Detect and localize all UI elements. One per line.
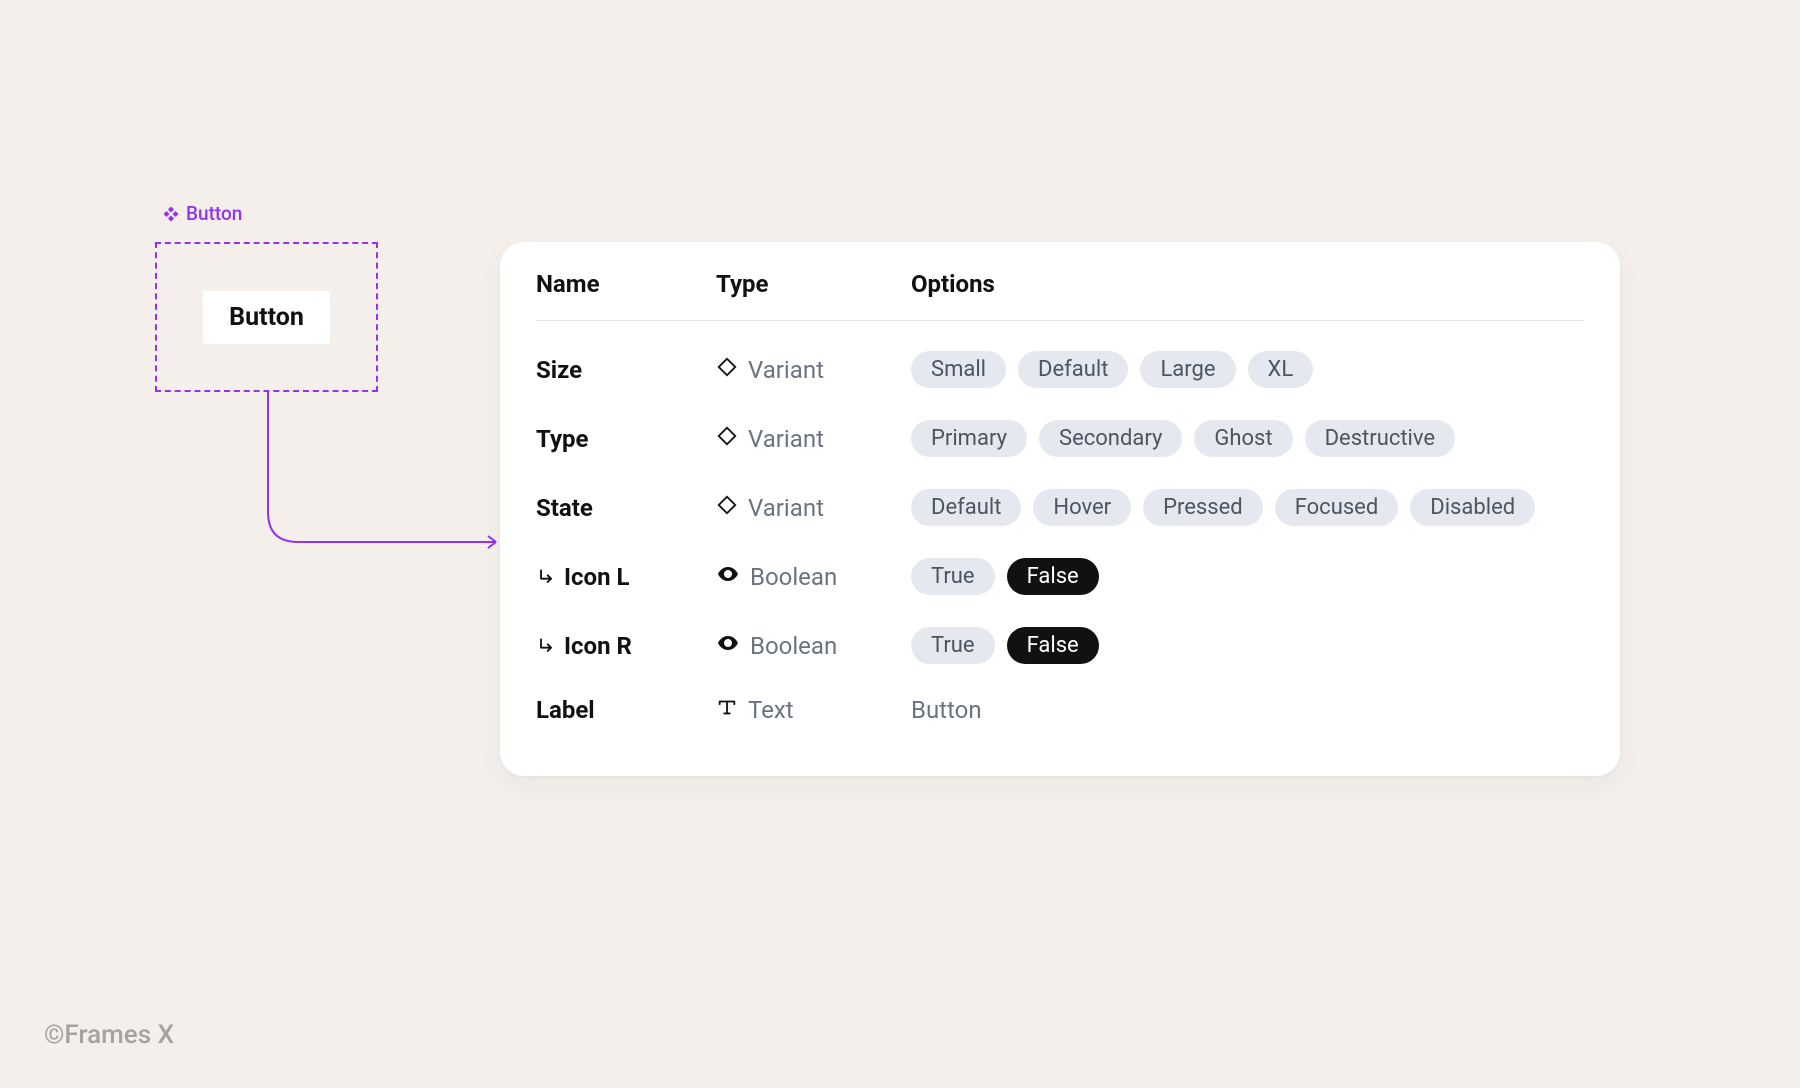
option-size-small[interactable]: Small — [911, 351, 1006, 388]
prop-type-type-label: Variant — [748, 425, 824, 453]
row-icon-l: Icon L Boolean True False — [536, 542, 1584, 611]
boolean-icon — [716, 631, 740, 661]
option-state-hover[interactable]: Hover — [1033, 489, 1131, 526]
row-size: Size Variant Small Default Large XL — [536, 335, 1584, 404]
footer-credit: ©Frames X — [44, 1020, 174, 1050]
option-state-disabled[interactable]: Disabled — [1410, 489, 1535, 526]
option-icon-l-false[interactable]: False — [1007, 558, 1099, 595]
options-state: Default Hover Pressed Focused Disabled — [911, 489, 1584, 526]
option-type-ghost[interactable]: Ghost — [1194, 420, 1292, 457]
option-icon-r-true[interactable]: True — [911, 627, 995, 664]
prop-name-icon-r-text: Icon R — [564, 632, 632, 660]
row-icon-r: Icon R Boolean True False — [536, 611, 1584, 680]
prop-type-type: Variant — [716, 425, 911, 453]
prop-name-icon-r: Icon R — [536, 632, 716, 660]
option-type-destructive[interactable]: Destructive — [1305, 420, 1455, 457]
prop-type-label: Text — [716, 696, 911, 724]
sub-arrow-icon — [536, 636, 556, 656]
row-label: Label Text Button — [536, 680, 1584, 740]
boolean-icon — [716, 562, 740, 592]
prop-type-size-label: Variant — [748, 356, 824, 384]
prop-type-label-label: Text — [748, 696, 794, 724]
options-size: Small Default Large XL — [911, 351, 1584, 388]
prop-name-icon-l: Icon L — [536, 563, 716, 591]
option-size-large[interactable]: Large — [1140, 351, 1235, 388]
prop-type-icon-l-label: Boolean — [750, 563, 837, 591]
options-icon-l: True False — [911, 558, 1584, 595]
variant-icon — [716, 356, 738, 384]
prop-type-icon-r-label: Boolean — [750, 632, 837, 660]
options-type: Primary Secondary Ghost Destructive — [911, 420, 1584, 457]
option-type-secondary[interactable]: Secondary — [1039, 420, 1182, 457]
sub-arrow-icon — [536, 567, 556, 587]
component-label: Button — [162, 202, 242, 225]
prop-type-state: Variant — [716, 494, 911, 522]
option-state-pressed[interactable]: Pressed — [1143, 489, 1263, 526]
prop-type-size: Variant — [716, 356, 911, 384]
prop-name-label: Label — [536, 696, 716, 724]
button-preview-label: Button — [229, 303, 304, 332]
row-type: Type Variant Primary Secondary Ghost Des… — [536, 404, 1584, 473]
header-name: Name — [536, 270, 716, 298]
option-state-focused[interactable]: Focused — [1275, 489, 1399, 526]
variant-icon — [716, 425, 738, 453]
option-icon-r-false[interactable]: False — [1007, 627, 1099, 664]
component-label-text: Button — [186, 202, 242, 225]
panel-header: Name Type Options — [536, 270, 1584, 321]
option-state-default[interactable]: Default — [911, 489, 1021, 526]
component-frame[interactable]: Button — [155, 242, 378, 392]
options-label: Button — [911, 696, 1584, 724]
prop-name-icon-l-text: Icon L — [564, 563, 629, 591]
variant-icon — [716, 494, 738, 522]
prop-type-icon-l: Boolean — [716, 562, 911, 592]
prop-type-icon-r: Boolean — [716, 631, 911, 661]
options-icon-r: True False — [911, 627, 1584, 664]
option-icon-l-true[interactable]: True — [911, 558, 995, 595]
prop-name-type: Type — [536, 425, 716, 453]
component-icon — [162, 205, 180, 223]
button-preview[interactable]: Button — [203, 291, 330, 344]
prop-name-state: State — [536, 494, 716, 522]
option-type-primary[interactable]: Primary — [911, 420, 1027, 457]
row-state: State Variant Default Hover Pressed Focu… — [536, 473, 1584, 542]
prop-type-state-label: Variant — [748, 494, 824, 522]
option-size-default[interactable]: Default — [1018, 351, 1128, 388]
text-icon — [716, 696, 738, 724]
prop-name-size: Size — [536, 356, 716, 384]
header-type: Type — [716, 270, 911, 298]
properties-panel: Name Type Options Size Variant Small Def… — [500, 242, 1620, 776]
connector-arrow — [264, 392, 509, 552]
header-options: Options — [911, 270, 1584, 298]
label-value[interactable]: Button — [911, 696, 982, 724]
option-size-xl[interactable]: XL — [1248, 351, 1314, 388]
